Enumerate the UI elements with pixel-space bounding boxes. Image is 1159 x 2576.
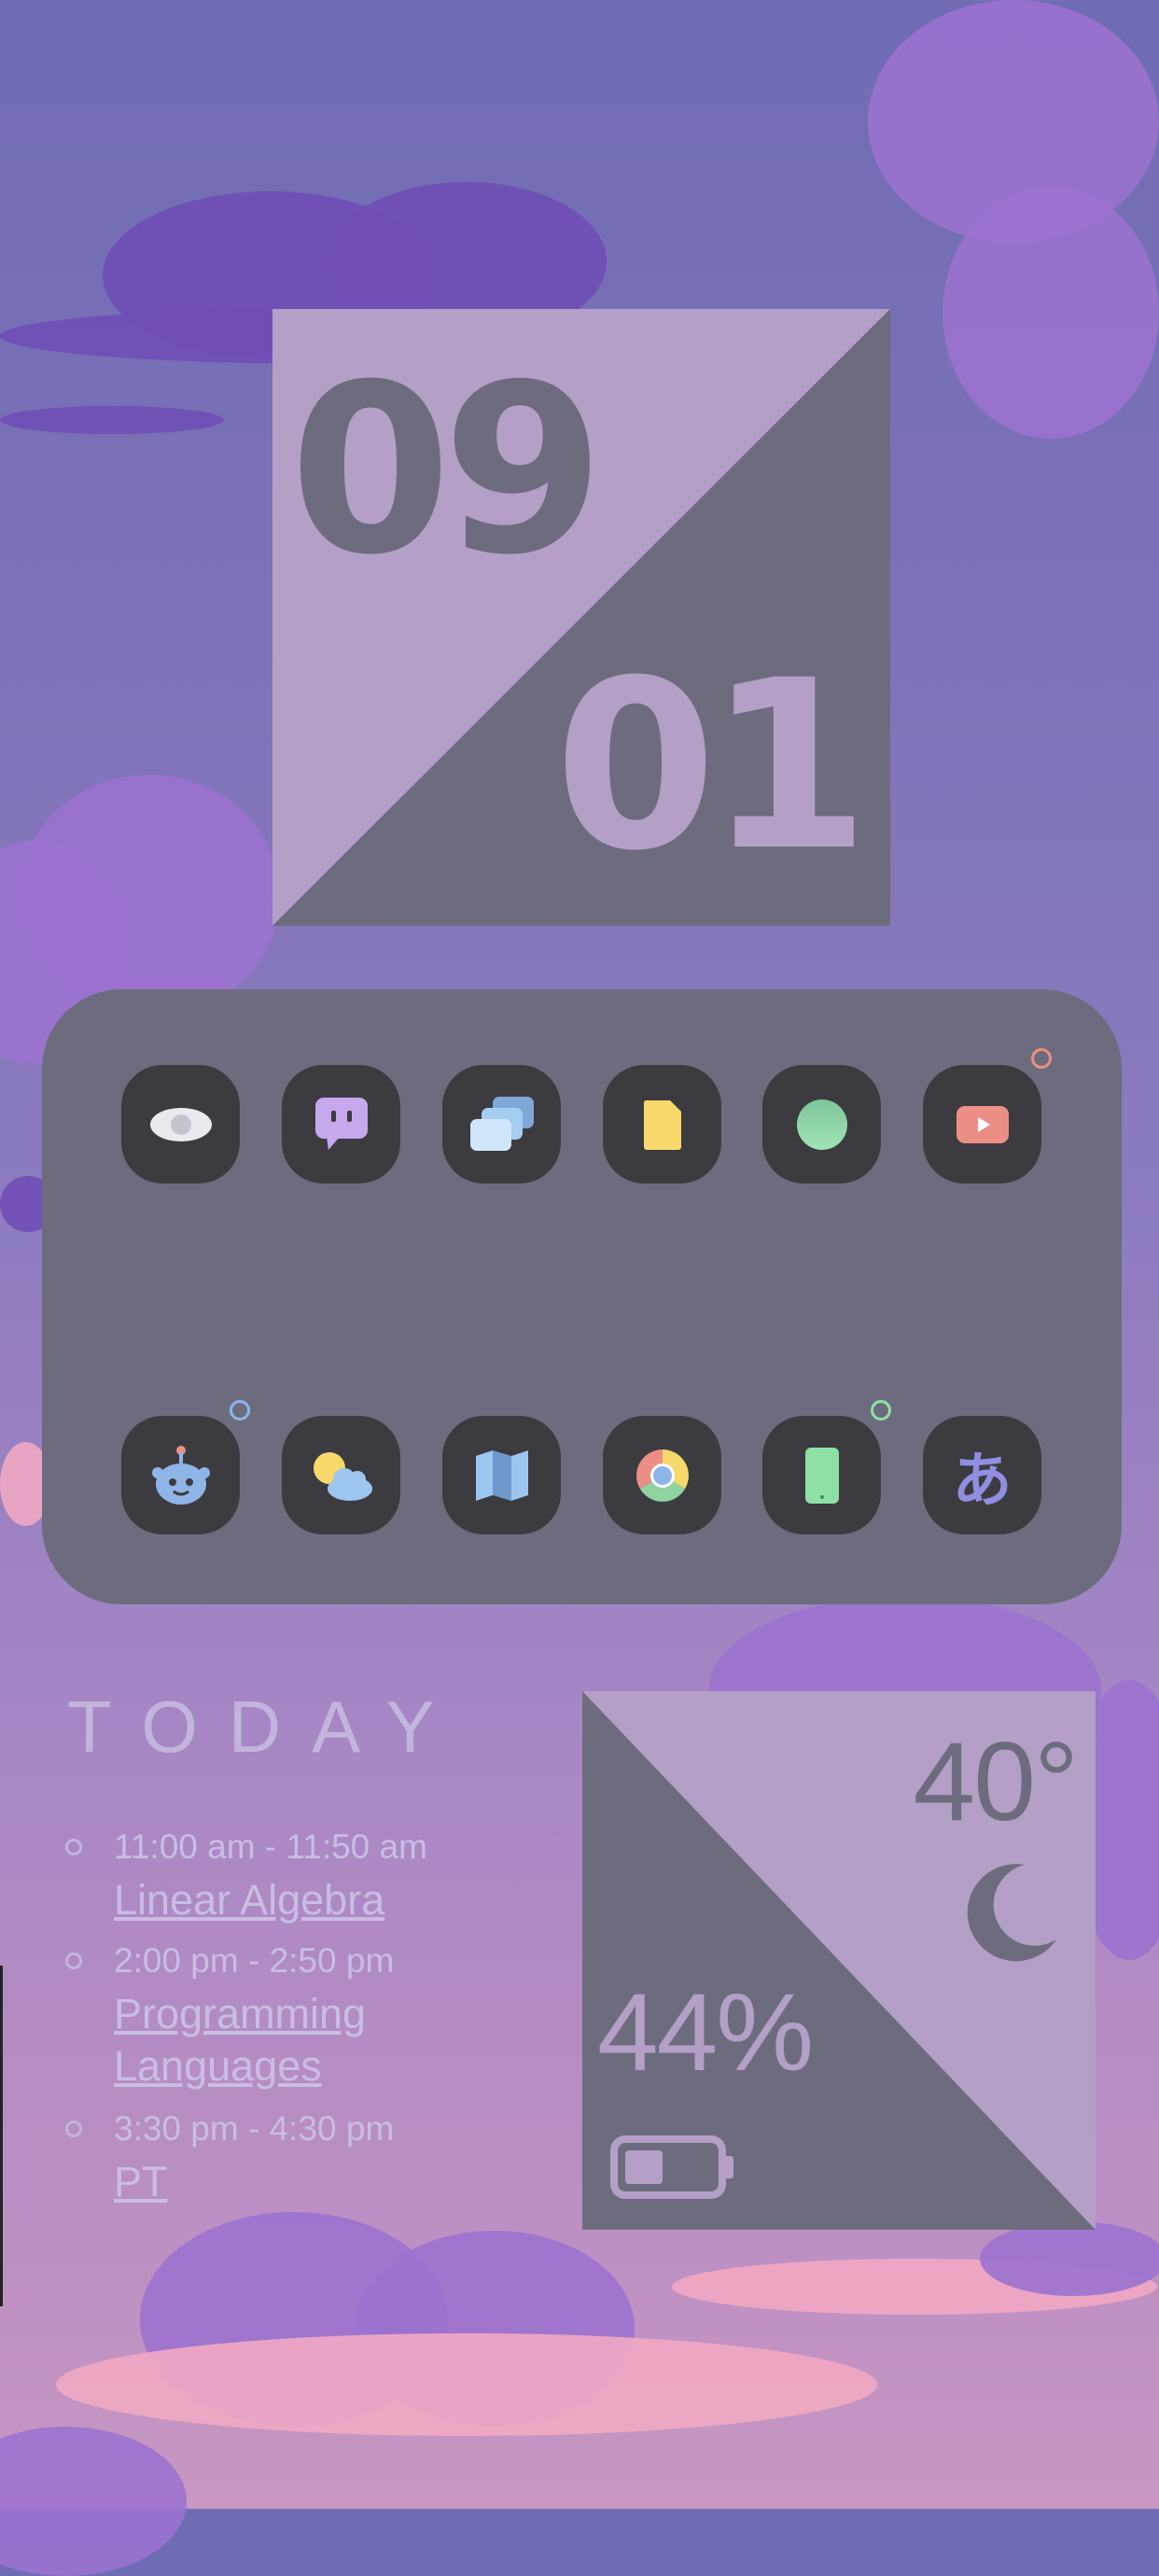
phone-icon [804, 1447, 839, 1504]
screen-edge [0, 1966, 3, 2306]
notes-app-button[interactable] [603, 1065, 721, 1183]
sun-cloud-icon [313, 1451, 372, 1501]
temperature-value: 40° [913, 1719, 1079, 1844]
date-widget[interactable]: 09 01 [272, 309, 890, 926]
weather-app-button[interactable] [282, 1416, 400, 1534]
battery-icon [610, 2135, 733, 2199]
moon-icon [967, 1864, 1056, 1962]
status-widget[interactable]: 40° 44% [582, 1691, 1096, 2230]
stacked-cards-icon [469, 1096, 534, 1151]
document-icon [643, 1099, 681, 1150]
language-app-button[interactable]: あ [923, 1416, 1041, 1534]
video-notification-dot [1031, 1048, 1052, 1069]
event-title-link[interactable]: Linear Algebra [114, 1874, 384, 1926]
bullet-icon [65, 1953, 82, 1969]
bullet-icon [65, 2121, 82, 2137]
agenda-item: 2:00 pm - 2:50 pm Programming Languages [65, 1941, 551, 2091]
phone-notification-dot [871, 1400, 891, 1421]
robot-notification-dot [230, 1400, 250, 1421]
robot-icon [151, 1445, 210, 1505]
green-circle-icon [796, 1099, 847, 1150]
month-number: 09 [289, 334, 605, 606]
video-app-button[interactable] [923, 1065, 1041, 1183]
bullet-icon [65, 1839, 82, 1855]
maps-app-button[interactable] [442, 1416, 561, 1534]
chat-bubble-icon [314, 1097, 368, 1150]
map-icon [475, 1449, 528, 1501]
chat-app-button[interactable] [282, 1065, 400, 1183]
chrome-icon [635, 1449, 689, 1502]
event-time: 3:30 pm - 4:30 pm [114, 2109, 395, 2148]
event-title-link[interactable]: Programming Languages [114, 1988, 450, 2093]
circle-app-button[interactable] [762, 1065, 881, 1183]
agenda-item: 11:00 am - 11:50 am Linear Algebra [65, 1827, 551, 1930]
hiragana-icon: あ [952, 1446, 1012, 1516]
battery-fill [625, 2150, 663, 2184]
app-dock: あ [42, 989, 1122, 1604]
battery-percentage: 44% [597, 1971, 814, 2094]
event-title-link[interactable]: PT [114, 2156, 168, 2208]
robot-app-button[interactable] [121, 1416, 240, 1534]
today-heading: TODAY [67, 1686, 466, 1768]
phone-app-button[interactable] [762, 1416, 881, 1534]
agenda-item: 3:30 pm - 4:30 pm PT [65, 2109, 551, 2212]
eye-icon [149, 1107, 212, 1141]
cards-app-button[interactable] [442, 1065, 561, 1183]
play-icon [956, 1105, 1009, 1143]
day-number: 01 [554, 630, 870, 902]
event-time: 11:00 am - 11:50 am [114, 1827, 427, 1866]
event-time: 2:00 pm - 2:50 pm [114, 1941, 395, 1980]
browser-app-button[interactable] [603, 1416, 721, 1534]
eye-app-button[interactable] [121, 1065, 240, 1183]
